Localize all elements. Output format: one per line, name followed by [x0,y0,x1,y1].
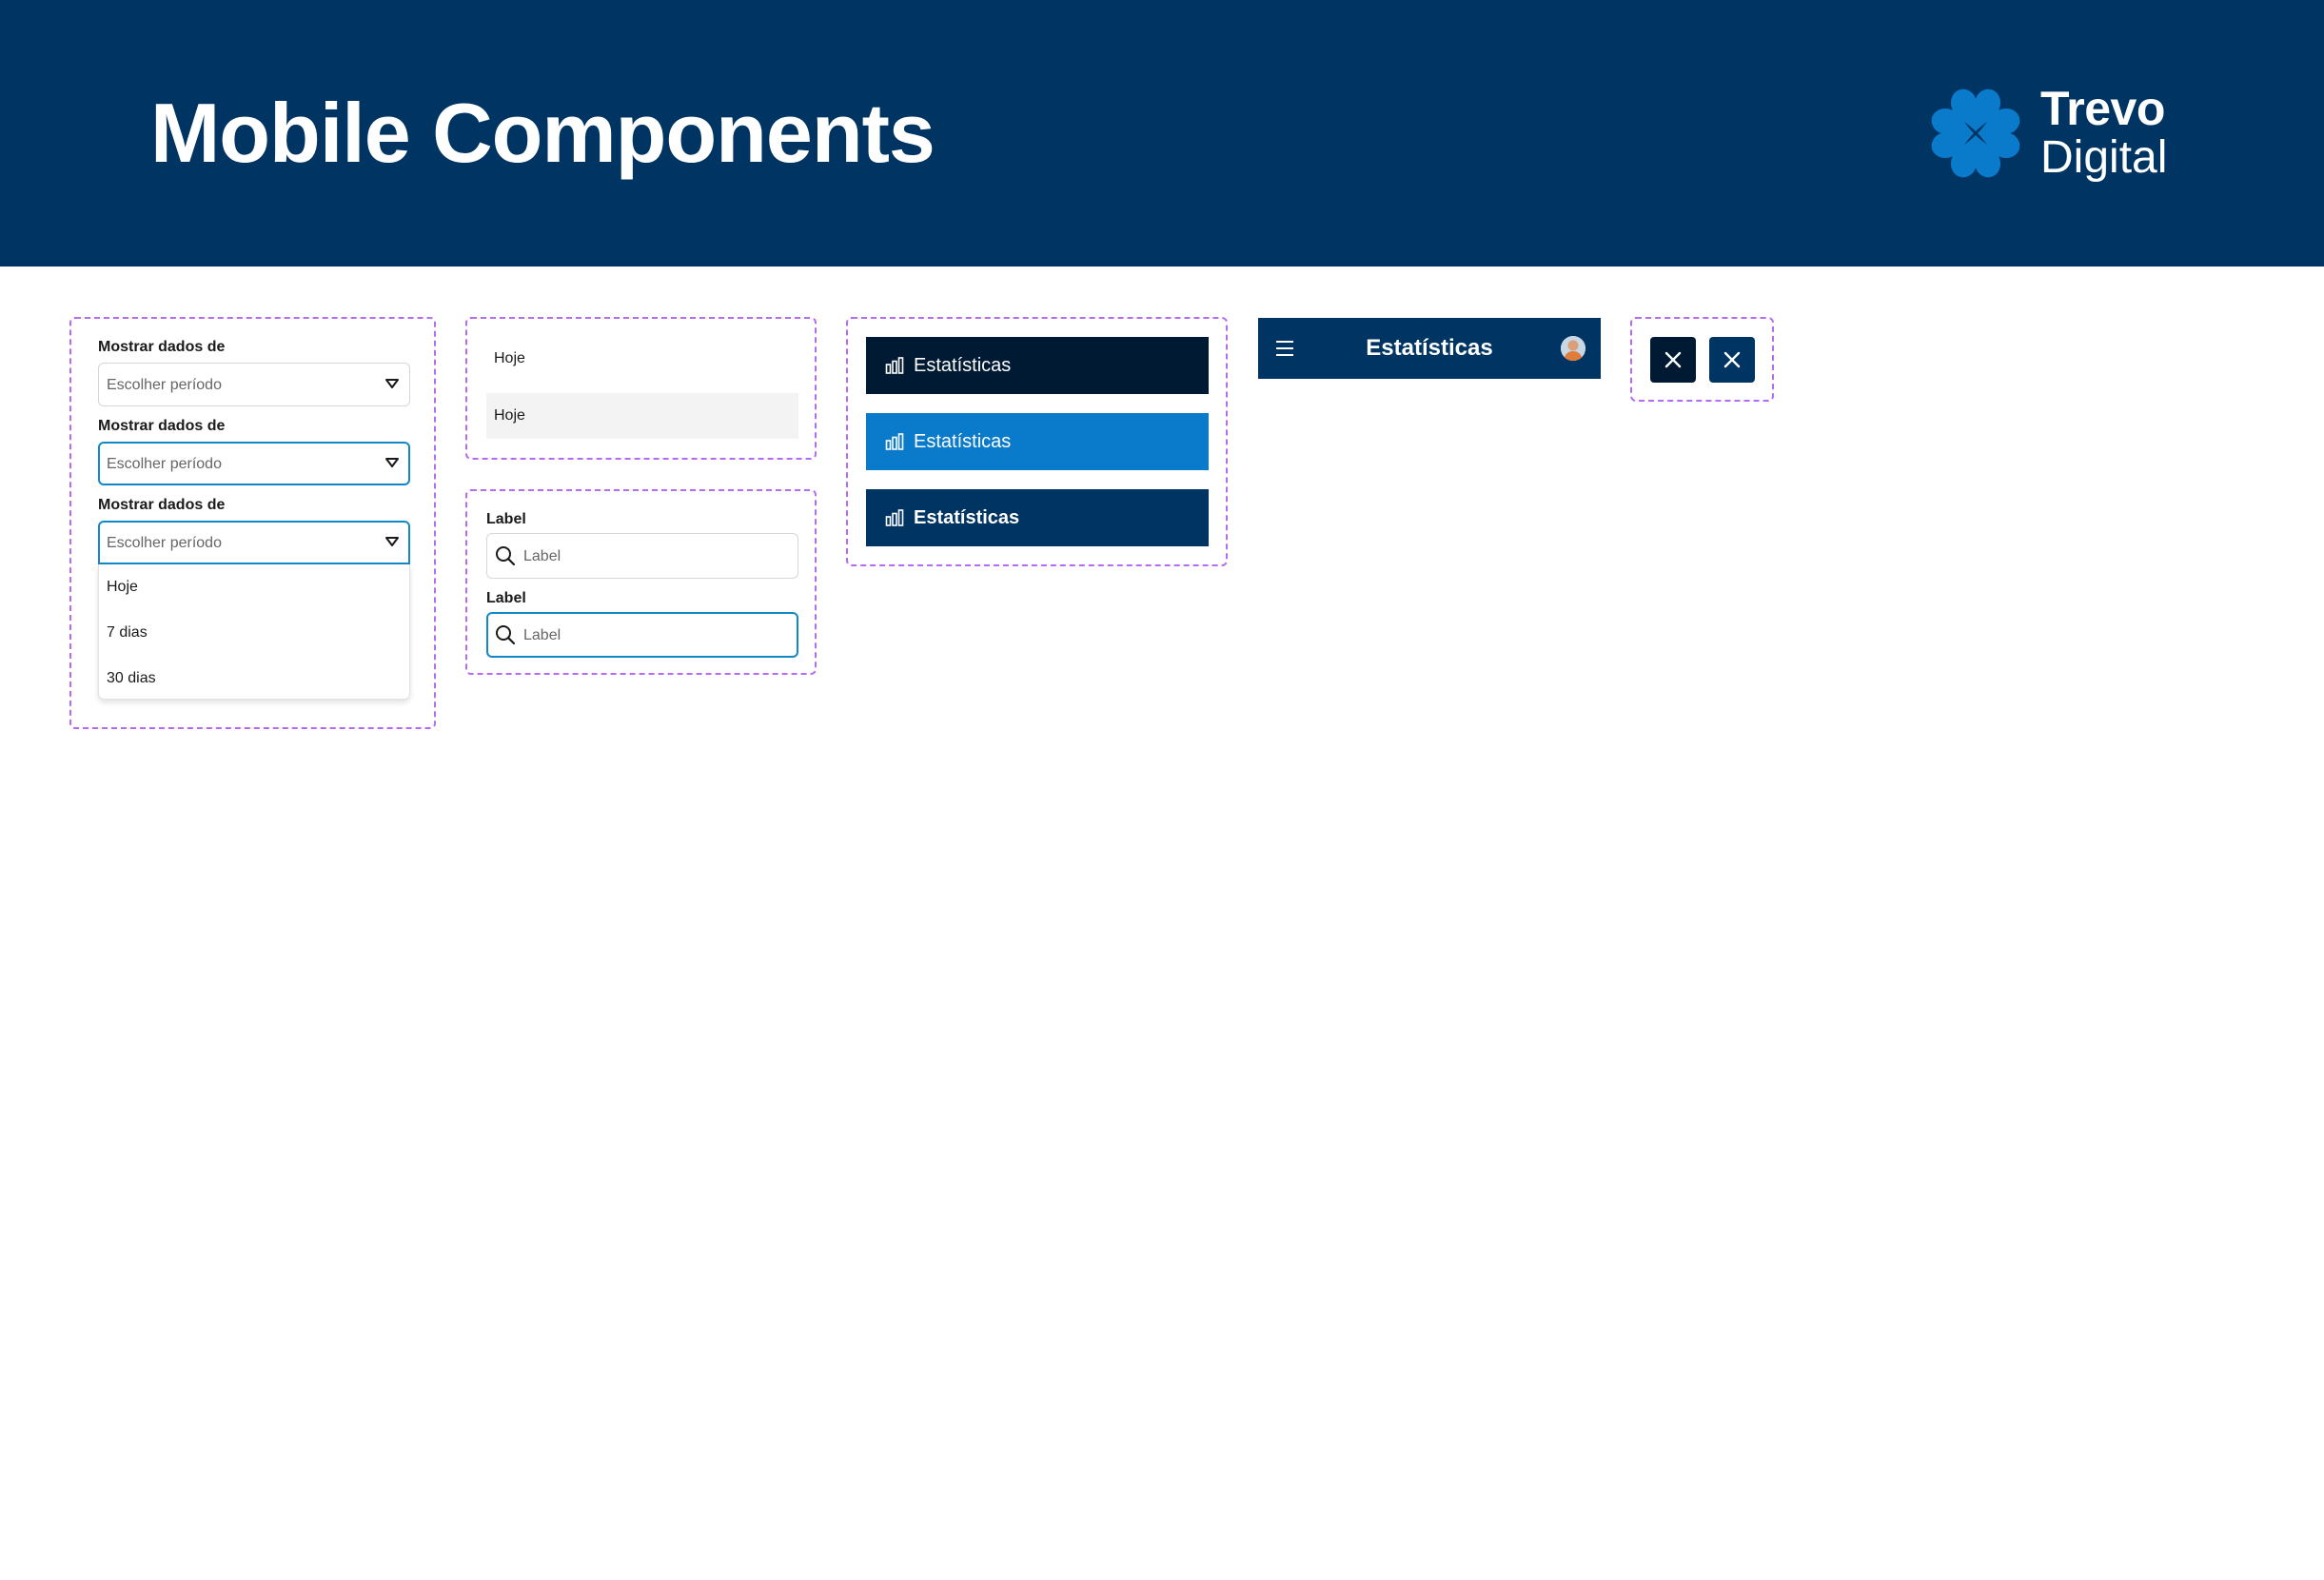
close-button-navy[interactable] [1709,337,1755,383]
option-30-dias[interactable]: 30 dias [107,669,156,688]
close-icon [1723,351,1741,368]
app-bar-title: Estatísticas [1366,335,1493,361]
period-select-focused[interactable]: Escolher período [98,442,410,485]
bar-chart-icon [885,433,904,450]
dropdown-label: Mostrar dados de [98,418,226,434]
logo-wordmark-trevo: Trevo [2040,82,2165,135]
nav-button-estatisticas-selected[interactable]: Estatísticas [866,489,1209,546]
option-7-dias[interactable]: 7 dias [107,623,148,642]
nav-button-variants-frame: Estatísticas Estatísticas Estatísticas [846,317,1228,566]
nav-button-estatisticas-default[interactable]: Estatísticas [866,337,1209,394]
close-icon [1664,351,1682,368]
search-input-variants-frame: Label Label Label Label [465,489,817,675]
search-input-focused[interactable]: Label [486,612,798,658]
page-title: Mobile Components [150,86,936,180]
search-label: Label [486,511,526,527]
nav-button-label: Estatísticas [914,355,1012,376]
list-item-variants-frame: Hoje Hoje [465,317,817,460]
bar-chart-icon [885,509,904,526]
clover-icon [1931,89,2020,178]
avatar[interactable] [1561,336,1585,361]
bar-chart-icon [885,357,904,374]
chevron-down-icon [385,379,399,388]
nav-button-label: Estatísticas [914,507,1020,528]
list-item-default[interactable]: Hoje [486,336,798,382]
period-select-open[interactable]: Escolher período [98,521,410,564]
list-item-hover[interactable]: Hoje [486,393,798,439]
app-bar: Estatísticas [1258,318,1601,379]
close-button-variants-frame [1630,317,1774,402]
search-icon [496,546,516,566]
dropdown-label: Mostrar dados de [98,497,226,513]
period-options-menu: Hoje 7 dias 30 dias [98,564,410,700]
nav-button-estatisticas-active[interactable]: Estatísticas [866,413,1209,470]
dropdown-label: Mostrar dados de [98,339,226,355]
close-button-dark[interactable] [1650,337,1696,383]
chevron-down-icon [385,458,399,467]
nav-button-label: Estatísticas [914,431,1012,452]
header-banner: Mobile Components Trevo Digital [0,0,2324,267]
search-placeholder: Label [523,627,561,643]
search-icon [496,625,516,645]
dropdown-variants-frame: Mostrar dados de Escolher período Mostra… [69,317,436,729]
search-input-default[interactable]: Label [486,533,798,579]
option-hoje[interactable]: Hoje [107,578,138,597]
search-label: Label [486,590,526,606]
logo: Trevo Digital [1926,82,2174,185]
select-placeholder: Escolher período [107,456,222,472]
select-placeholder: Escolher período [107,535,222,551]
select-placeholder: Escolher período [107,377,222,393]
period-select-default[interactable]: Escolher período [98,363,410,406]
search-placeholder: Label [523,548,561,564]
chevron-down-icon [385,537,399,546]
logo-wordmark-digital: Digital [2040,132,2168,183]
